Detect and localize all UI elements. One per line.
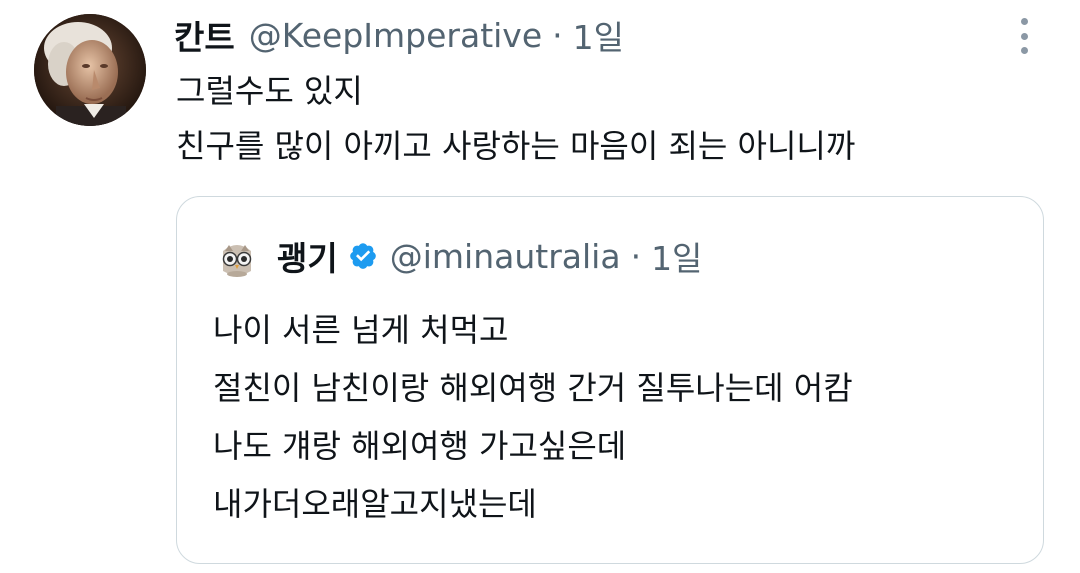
- tweet-text: 그럴수도 있지 친구를 많이 아끼고 사랑하는 마음이 죄는 아니니까: [176, 64, 855, 174]
- quoted-text-line: 절친이 남친이랑 해외여행 간거 질투나는데 어캄: [213, 369, 853, 407]
- tweet-timestamp[interactable]: 1일: [573, 11, 624, 59]
- quoted-author-handle[interactable]: @iminautralia: [390, 237, 621, 276]
- quoted-text-line: 나이 서른 넘게 처먹고: [213, 311, 509, 349]
- author-handle[interactable]: @KeepImperative: [249, 16, 542, 55]
- author-avatar[interactable]: [34, 14, 146, 126]
- quoted-author-avatar[interactable]: [215, 237, 259, 281]
- tweet-text-line: 친구를 많이 아끼고 사랑하는 마음이 죄는 아니니까: [176, 127, 856, 165]
- more-options-button[interactable]: [1011, 16, 1037, 56]
- quoted-author-display-name[interactable]: 괭기: [277, 232, 338, 280]
- quoted-tweet-header: 괭기 @iminautralia · 1일: [277, 231, 702, 281]
- author-display-name[interactable]: 칸트: [174, 11, 235, 59]
- quoted-tweet-timestamp[interactable]: 1일: [651, 232, 702, 280]
- quoted-tweet-text: 나이 서른 넘게 처먹고 절친이 남친이랑 해외여행 간거 질투나는데 어캄 나…: [213, 301, 853, 533]
- more-vertical-icon: [1020, 18, 1028, 25]
- separator-dot: ·: [552, 15, 563, 55]
- quoted-text-line: 내가더오래알고지냈는데: [213, 485, 537, 523]
- tweet-text-line: 그럴수도 있지: [176, 72, 363, 110]
- tweet[interactable]: 칸트 @KeepImperative · 1일 그럴수도 있지 친구를 많이 아…: [0, 0, 1080, 573]
- portrait-avatar-icon: [34, 14, 146, 126]
- verified-badge-icon: [349, 243, 376, 269]
- tweet-header: 칸트 @KeepImperative · 1일: [174, 10, 624, 60]
- owl-avatar-icon: [215, 237, 259, 281]
- quoted-tweet[interactable]: 괭기 @iminautralia · 1일 나이 서른 넘게 처먹고 절친이 남…: [176, 196, 1044, 564]
- quoted-text-line: 나도 걔랑 해외여행 가고싶은데: [213, 427, 627, 465]
- separator-dot: ·: [630, 236, 642, 276]
